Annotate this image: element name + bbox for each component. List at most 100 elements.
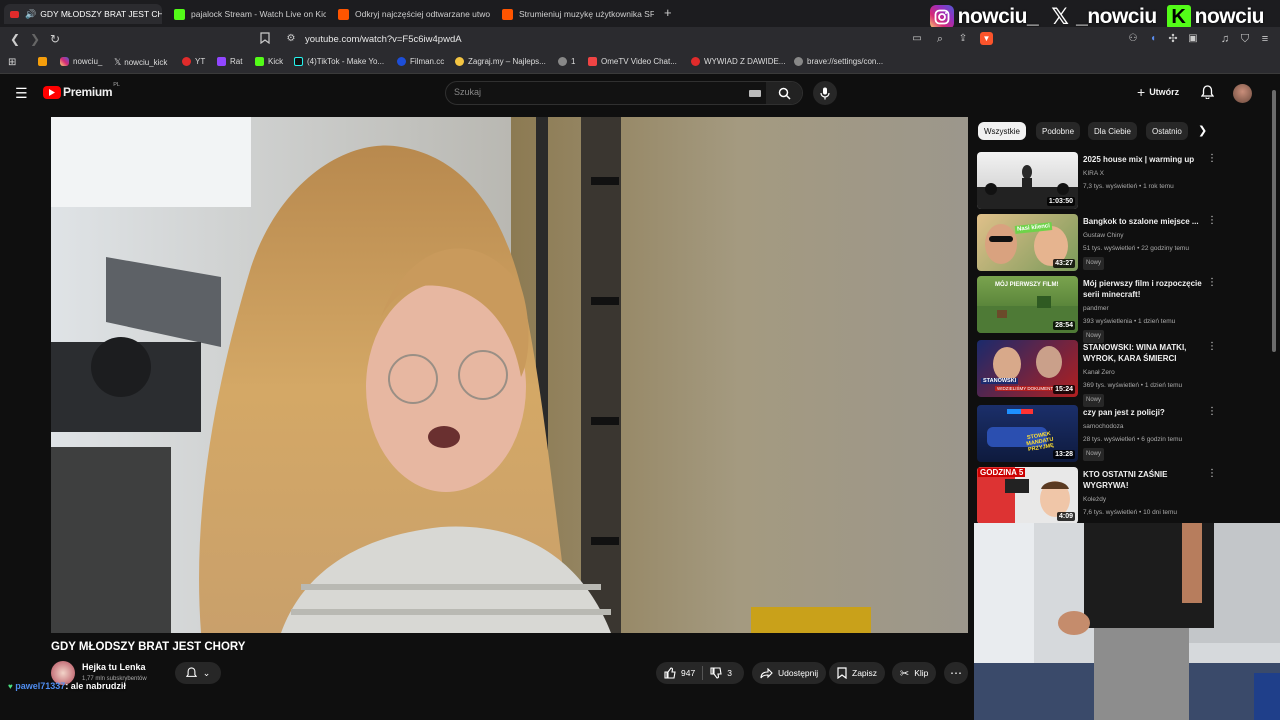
create-button[interactable]: + Utwórz [1137,85,1179,99]
bookmark-x[interactable]: 𝕏nowciu_kick [114,57,167,68]
url-field[interactable]: youtube.com/watch?v=F5c6iw4pwdA [305,34,462,45]
tab-soundcloud-user[interactable]: Strumieniuj muzykę użytkownika SFV [496,4,654,24]
like-button[interactable]: 947 [664,667,695,679]
share-arrow-icon [760,667,773,678]
bookmark-wywiad[interactable]: WYWIAD Z DAWIDE... [691,57,785,66]
microphone-icon [820,87,830,99]
more-options-icon[interactable]: ⋮ [1207,407,1217,417]
video-thumbnail[interactable]: STANOWSKI WIDZIELIŚMY DOKUMENT 15:24 [977,340,1078,397]
brave-shield-icon[interactable]: ▼ [980,32,993,45]
tab-youtube-video[interactable]: 🔊 GDY MŁODSZY BRAT JEST CH ✕ [4,4,162,24]
reload-icon[interactable]: ↻ [48,32,62,46]
tab-kick-stream[interactable]: pajalock Stream - Watch Live on Kick [168,4,326,24]
forward-icon[interactable]: ❯ [28,32,42,46]
more-options-icon[interactable]: ⋮ [1207,216,1217,226]
bookmark-1[interactable]: 1 [558,57,575,66]
extension-icon[interactable]: ⚇ [1126,32,1140,46]
channel-name[interactable]: Hejka tu Lenka [82,662,146,672]
chips-next-icon[interactable]: ❯ [1198,124,1207,137]
youtube-logo[interactable]: Premium PL [43,82,120,99]
recommendation-item[interactable]: STOWEK MANDATU PRZYJMĘ 13:28 czy pan jes… [977,405,1227,463]
video-thumbnail[interactable]: STOWEK MANDATU PRZYJMĘ 13:28 [977,405,1078,462]
bookmark-folder[interactable] [38,57,51,66]
apps-grid-icon[interactable]: ⊞ [8,57,16,68]
bookmark-zagraj[interactable]: Zagraj.my – Najleps... [455,57,546,66]
vpn-icon[interactable]: ⛉ [1238,32,1252,46]
video-player[interactable] [51,117,968,633]
bookmark-rat[interactable]: Rat [217,57,242,66]
recommendation-item[interactable]: GODZINA 5 4:09 KTO OSTATNI ZAŚNIE WYGRYW… [977,467,1227,525]
chip-related[interactable]: Podobne [1036,122,1081,140]
recommendation-item[interactable]: Nasi klienci 43:27 Bangkok to szalone mi… [977,214,1227,272]
avatar[interactable] [1233,84,1252,103]
bookmark-label: Rat [230,57,243,66]
logo-text: Premium [63,85,113,99]
share-button[interactable]: Udostępnij [752,662,827,684]
video-thumbnail[interactable]: MÓJ PIERWSZY FILM! 28:54 [977,276,1078,333]
bookmark-icon[interactable] [258,32,272,46]
video-duration: 28:54 [1053,321,1075,330]
video-thumbnail[interactable]: Nasi klienci 43:27 [977,214,1078,271]
subscribed-bell-button[interactable]: ⌄ [175,662,221,684]
heart-icon: ♥ [8,682,13,691]
recommendation-item[interactable]: 1:03:50 2025 house mix | warming up KIRA… [977,152,1227,210]
more-actions-button[interactable]: ⋯ [944,662,968,684]
share-icon[interactable]: ⇪ [956,32,970,46]
bookmark-label: Zagraj.my – Najleps... [468,57,546,66]
cast-icon[interactable]: ▭ [910,32,924,46]
like-dislike-group: 947 3 [656,662,744,684]
search-button[interactable] [766,82,802,104]
recommendation-meta: 51 tys. wyświetleń • 22 godziny temu [1083,245,1189,252]
page-scrollbar[interactable] [1272,90,1276,352]
more-options-icon[interactable]: ⋮ [1207,154,1217,164]
more-options-icon[interactable]: ⋮ [1207,469,1217,479]
tab-label: GDY MŁODSZY BRAT JEST CH [40,9,162,19]
dislike-button[interactable]: 3 [710,667,732,679]
youtube-icon [182,57,191,66]
bookmark-brave-settings[interactable]: brave://settings/con... [794,57,883,66]
music-icon[interactable]: ♫ [1218,32,1232,46]
keyboard-icon[interactable] [749,90,761,97]
chip-recent[interactable]: Ostatnio [1146,122,1188,140]
save-button[interactable]: Zapisz [829,662,886,684]
logo-region: PL [113,82,120,88]
new-tab-button[interactable]: + [664,5,672,20]
more-options-icon[interactable]: ⋮ [1207,342,1217,352]
translate-icon[interactable]: ◖ [1146,32,1160,46]
search-input[interactable] [454,87,734,97]
chip-all[interactable]: Wszystkie [978,122,1026,140]
recommendation-text: 2025 house mix | warming up KIRA X 7,3 t… [1083,154,1211,192]
tab-soundcloud-top[interactable]: Odkryj najczęściej odtwarzane utwor [332,4,490,24]
streamer-webcam [974,523,1280,720]
save-label: Zapisz [852,668,878,678]
bookmark-ometv[interactable]: OmeTV Video Chat... [588,57,677,66]
menu-icon[interactable]: ≡ [1258,32,1272,46]
tab-label: Odkryj najczęściej odtwarzane utwor [355,9,490,19]
sidebar-icon[interactable]: ▣ [1186,32,1200,46]
bookmark-label: OmeTV Video Chat... [601,57,677,66]
back-icon[interactable]: ❮ [8,32,22,46]
video-duration: 15:24 [1053,385,1075,394]
site-info-icon[interactable]: ⚙ [284,32,298,46]
clip-button[interactable]: ✂ Klip [892,662,937,684]
hamburger-menu-icon[interactable]: ☰ [15,85,28,102]
more-options-icon[interactable]: ⋮ [1207,278,1217,288]
recommendation-item[interactable]: MÓJ PIERWSZY FILM! 28:54 Mój pierwszy fi… [977,276,1227,343]
thumbnail-caption-sub: WIDZIELIŚMY DOKUMENT [995,386,1056,391]
notifications-bell-icon[interactable] [1200,85,1215,104]
recommendation-item[interactable]: STANOWSKI WIDZIELIŚMY DOKUMENT 15:24 STA… [977,340,1227,407]
thumbs-up-icon [664,667,676,679]
bookmark-yt[interactable]: YT [182,57,205,66]
bookmark-filman[interactable]: Filman.cc [397,57,444,66]
voice-search-button[interactable] [813,81,837,105]
zoom-icon[interactable]: ⌕ [933,32,947,46]
recommendation-meta: 393 wyświetlenia • 1 dzień temu [1083,318,1176,325]
video-thumbnail[interactable]: 1:03:50 [977,152,1078,209]
bookmark-kick[interactable]: Kick [255,57,283,66]
video-thumbnail[interactable]: GODZINA 5 4:09 [977,467,1078,524]
bookmark-instagram[interactable]: nowciu_ [60,57,102,66]
bookmark-tiktok[interactable]: (4)TikTok - Make Yo... [294,57,384,66]
chip-for-you[interactable]: Dla Ciebie [1088,122,1137,140]
puzzle-icon[interactable]: ✣ [1166,32,1180,46]
bookmark-label: Filman.cc [410,57,445,66]
